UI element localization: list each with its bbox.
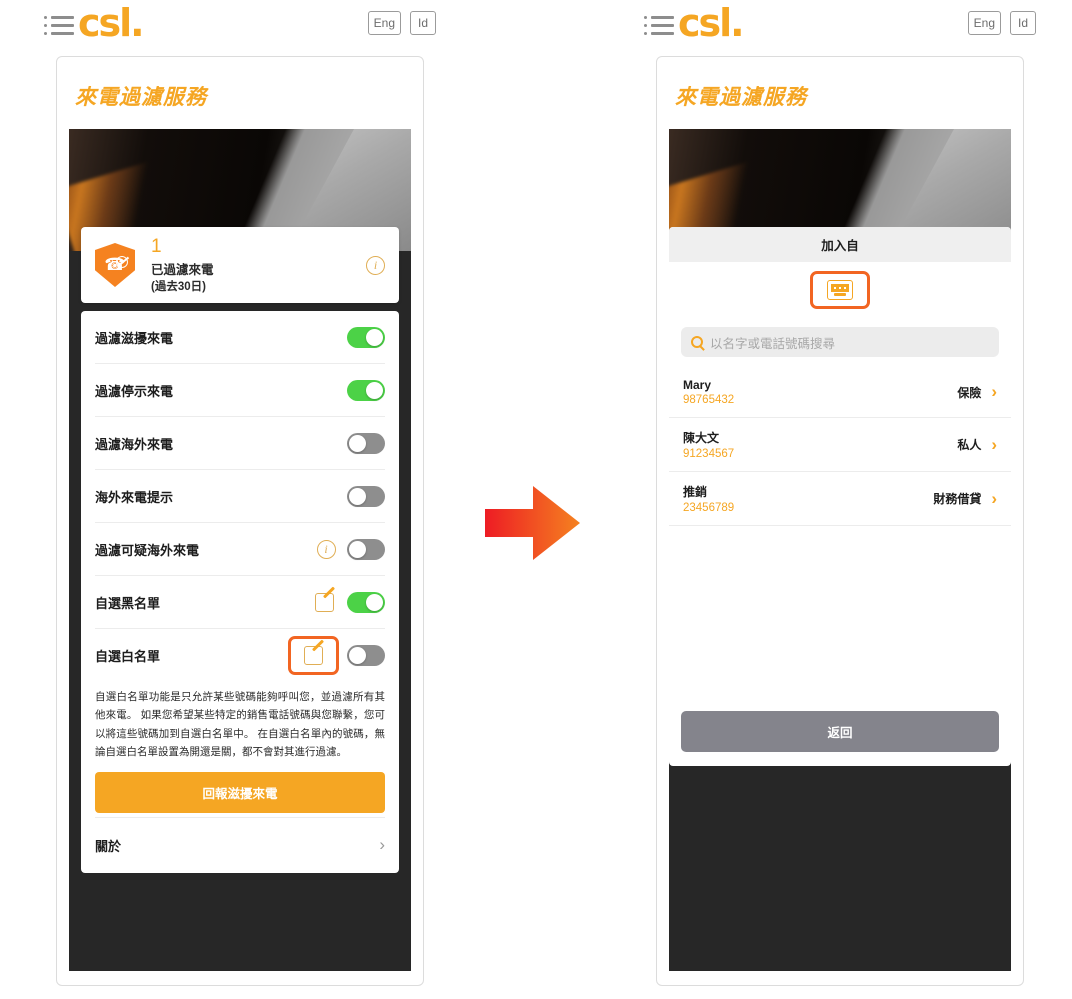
lang-button-id[interactable]: Id: [1010, 11, 1036, 35]
search-section: 以名字或電話號碼搜尋: [669, 319, 1011, 367]
add-to-whitelist-modal: 加入自 以名字或電話號碼搜尋 Mary 98765432 保險 › 陳大文 91…: [669, 227, 1011, 766]
panel-after: csl. Eng Id 來電過濾服務 加入自 以名字或電話號碼搜尋 Mary 9…: [630, 0, 1050, 999]
about-label: 關於: [95, 838, 122, 854]
panel-before: csl. Eng Id 來電過濾服務 ☎ 1 已過濾來電 (過去30日) i 過…: [30, 0, 450, 999]
search-input[interactable]: 以名字或電話號碼搜尋: [681, 327, 999, 357]
setting-row-filter-suspicious-overseas[interactable]: 過濾可疑海外來電 i: [95, 523, 385, 576]
info-icon[interactable]: i: [316, 539, 336, 559]
contact-name: 推銷: [683, 485, 708, 499]
service-card: 來電過濾服務 ☎ 1 已過濾來電 (過去30日) i 過濾滋擾來電 過濾停示來電…: [56, 56, 424, 986]
setting-label: 過濾可疑海外來電: [95, 542, 200, 558]
report-nuisance-button[interactable]: 回報滋擾來電: [95, 771, 385, 813]
csl-logo: csl.: [678, 1, 745, 45]
lang-button-eng[interactable]: Eng: [967, 11, 1001, 35]
contact-list-item[interactable]: 推銷 23456789 財務借貸 ›: [669, 472, 1011, 526]
modal-icon-row: [669, 262, 1011, 319]
search-placeholder: 以名字或電話號碼搜尋: [710, 336, 836, 351]
toggle-overseas-alert[interactable]: [347, 485, 385, 507]
chevron-right-icon: ›: [991, 434, 997, 454]
setting-label: 過濾停示來電: [95, 383, 174, 399]
page-title: 來電過濾服務: [75, 86, 207, 109]
filtered-count: 1: [151, 235, 162, 257]
lang-button-eng[interactable]: Eng: [367, 11, 401, 35]
contact-tag: 保險: [957, 385, 982, 400]
setting-label: 海外來電提示: [95, 489, 174, 505]
back-button[interactable]: 返回: [681, 711, 999, 752]
keyboard-entry-highlight[interactable]: [810, 271, 870, 309]
page-title: 來電過濾服務: [675, 86, 807, 109]
toggle-filter-nuisance[interactable]: [347, 326, 385, 348]
contact-list-item[interactable]: 陳大文 91234567 私人 ›: [669, 418, 1011, 472]
modal-title: 加入自: [669, 227, 1011, 262]
filtered-label: 已過濾來電: [151, 262, 214, 277]
language-switcher: Eng Id: [367, 11, 436, 35]
whitelist-edit-highlight[interactable]: [287, 636, 339, 675]
setting-label: 自選白名單: [95, 649, 161, 664]
contact-list-item[interactable]: Mary 98765432 保險 ›: [669, 367, 1011, 418]
app-header: csl. Eng Id: [30, 0, 450, 52]
phone-screen: 加入自 以名字或電話號碼搜尋 Mary 98765432 保險 › 陳大文 91…: [669, 129, 1011, 971]
contact-number: 91234567: [683, 448, 735, 460]
toggle-filter-suspicious-overseas[interactable]: [347, 538, 385, 560]
about-row[interactable]: 關於 ›: [95, 816, 385, 873]
csl-logo: csl.: [78, 1, 145, 45]
contact-tag: 私人: [957, 438, 982, 452]
setting-row-filter-nuisance[interactable]: 過濾滋擾來電: [95, 311, 385, 364]
contact-list-empty-space: [669, 526, 1011, 702]
edit-icon[interactable]: [314, 592, 334, 612]
setting-label: 過濾海外來電: [95, 436, 174, 452]
lang-button-id[interactable]: Id: [410, 11, 436, 35]
keyboard-icon[interactable]: [827, 280, 853, 300]
stat-text: 1 已過濾來電 (過去30日): [151, 235, 366, 294]
screenshot-stage: csl. Eng Id 來電過濾服務 ☎ 1 已過濾來電 (過去30日) i 過…: [0, 0, 1072, 999]
right-arrow: [483, 483, 583, 563]
contact-number: 23456789: [683, 502, 735, 514]
whitelist-description: 自選白名單功能是只允許某些號碼能夠呼叫您，並過濾所有其他來電。 如果您希望某些特…: [95, 691, 385, 759]
toggle-filter-overseas[interactable]: [347, 432, 385, 454]
chevron-right-icon: ›: [991, 382, 997, 401]
chevron-right-icon: ›: [379, 835, 385, 854]
chevron-right-icon: ›: [991, 488, 997, 508]
setting-row-filter-withheld[interactable]: 過濾停示來電: [95, 364, 385, 417]
filtered-calls-stat-card: ☎ 1 已過濾來電 (過去30日) i: [81, 227, 399, 303]
blocked-call-shield-icon: ☎: [95, 243, 135, 287]
service-card: 來電過濾服務 加入自 以名字或電話號碼搜尋 Mary 98765432 保險 ›…: [656, 56, 1024, 986]
setting-label: 自選黑名單: [95, 595, 161, 611]
setting-row-filter-overseas[interactable]: 過濾海外來電: [95, 417, 385, 470]
app-header: csl. Eng Id: [630, 0, 1050, 52]
language-switcher: Eng Id: [967, 11, 1036, 35]
toggle-filter-withheld[interactable]: [347, 379, 385, 401]
setting-row-whitelist[interactable]: 自選白名單: [95, 629, 385, 682]
info-icon[interactable]: i: [366, 255, 385, 275]
setting-row-blacklist[interactable]: 自選黑名單: [95, 576, 385, 629]
contact-name: 陳大文: [683, 431, 720, 445]
contact-name: Mary: [683, 378, 712, 392]
contact-number: 98765432: [683, 394, 735, 406]
search-icon: [691, 336, 703, 348]
toggle-whitelist[interactable]: [347, 645, 385, 666]
settings-list: 過濾滋擾來電 過濾停示來電 過濾海外來電 海外來電提示 過濾可疑海外來電 i 自…: [81, 311, 399, 873]
contact-tag: 財務借貸: [933, 492, 982, 506]
toggle-blacklist[interactable]: [347, 591, 385, 613]
setting-label: 過濾滋擾來電: [95, 330, 174, 346]
hamburger-menu-icon[interactable]: [644, 12, 674, 38]
edit-icon[interactable]: [303, 646, 323, 665]
filtered-period: (過去30日): [151, 280, 206, 293]
modal-footer: 返回: [669, 702, 1011, 766]
setting-row-overseas-alert[interactable]: 海外來電提示: [95, 470, 385, 523]
phone-screen: ☎ 1 已過濾來電 (過去30日) i 過濾滋擾來電 過濾停示來電 過濾海外來電…: [69, 129, 411, 971]
hamburger-menu-icon[interactable]: [44, 12, 74, 38]
